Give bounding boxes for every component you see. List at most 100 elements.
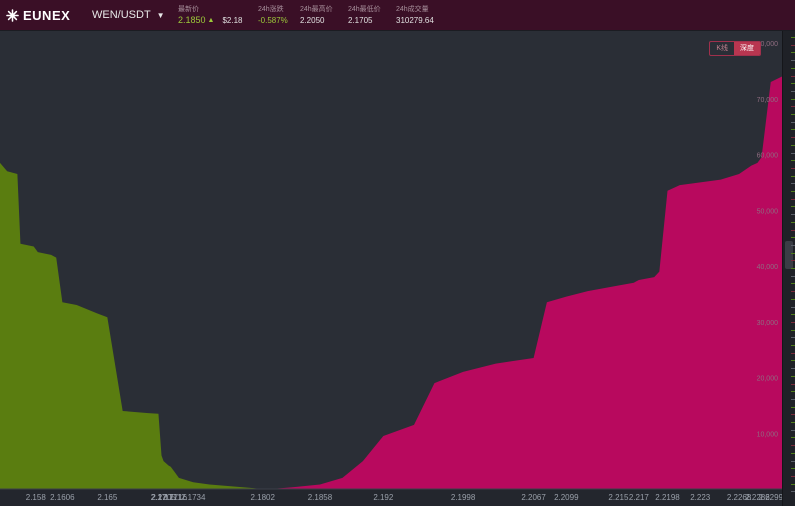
kline-tab[interactable]: K线: [710, 42, 734, 55]
y-tick-label: 40,000: [757, 264, 779, 271]
rail-tick: [791, 468, 795, 470]
right-scrollbar[interactable]: [782, 31, 795, 506]
rail-tick: [791, 52, 795, 54]
rail-tick: [791, 121, 795, 123]
x-tick-label: 2.1606: [50, 493, 75, 502]
low-label: 24h最低价: [348, 5, 381, 13]
stat-volume: 24h成交量 310279.64: [396, 5, 446, 26]
y-tick-label: 10,000: [757, 431, 779, 438]
rail-tick: [791, 452, 795, 454]
rail-tick: [791, 221, 795, 223]
y-tick-label: 70,000: [757, 97, 779, 104]
rail-tick: [791, 237, 795, 239]
x-tick-label: 2.1802: [250, 493, 275, 502]
rail-tick: [791, 129, 795, 131]
low-value: 2.1705: [348, 15, 373, 25]
rail-tick: [791, 352, 795, 354]
rail-tick: [791, 252, 795, 254]
y-tick-label: 60,000: [757, 153, 779, 160]
rail-tick: [791, 167, 795, 169]
rail-tick: [791, 406, 795, 408]
rail-tick: [791, 391, 795, 393]
depth-chart[interactable]: 2.158 2.1606 2.165 2.17 2.1705 2.1711 2.1716 2.…: [0, 31, 783, 506]
pair-label: WEN/USDT: [92, 9, 151, 21]
rail-tick: [791, 90, 795, 92]
rail-tick: [791, 268, 795, 269]
rail-tick: [791, 298, 795, 300]
y-tick-label: 50,000: [757, 208, 779, 215]
stat-high: 24h最高价 2.2050: [300, 5, 334, 26]
sunburst-icon: [6, 8, 19, 22]
rail-tick: [791, 160, 795, 162]
x-tick-label: 2.223: [690, 493, 711, 502]
y-tick-label: 20,000: [757, 376, 779, 383]
rail-tick: [791, 144, 795, 146]
rail-tick: [791, 283, 795, 285]
high-label: 24h最高价: [300, 5, 333, 13]
rail-tick: [791, 321, 795, 323]
rail-tick: [791, 460, 795, 462]
rail-tick: [791, 244, 795, 246]
rail-tick: [791, 98, 795, 100]
rail-tick: [791, 360, 795, 362]
x-tick-label: 2.2099: [554, 493, 579, 502]
chart-mode-toggle: K线 深度: [709, 41, 761, 56]
rail-tick: [791, 475, 795, 477]
rail-tick: [791, 37, 795, 38]
rail-tick: [791, 106, 795, 108]
x-tick-label: 2.215: [608, 493, 629, 502]
change-label: 24h涨跌: [258, 5, 284, 13]
rail-tick: [791, 491, 795, 493]
rail-tick: [791, 260, 795, 262]
rail-tick: [791, 183, 795, 185]
rail-tick: [791, 137, 795, 139]
rail-tick: [791, 414, 795, 416]
brand-logo[interactable]: EUNEX: [0, 8, 80, 23]
rail-tick: [791, 437, 795, 439]
rail-tick: [791, 206, 795, 208]
x-tick-label: 2.192: [373, 493, 394, 502]
rail-tick: [791, 191, 795, 192]
rail-tick: [791, 83, 795, 85]
x-tick-label: 2.158: [26, 493, 47, 502]
x-tick-label: 2.217: [629, 493, 650, 502]
rail-tick: [791, 175, 795, 177]
rail-tick: [791, 368, 795, 370]
rail-tick: [791, 422, 795, 423]
depth-chart-svg: 2.158 2.1606 2.165 2.172.17052.17112.17162.…: [0, 31, 783, 506]
change-value: -0.587%: [258, 15, 288, 25]
x-tick-label: 2.1858: [308, 493, 333, 502]
high-value: 2.2050: [300, 15, 325, 25]
depth-chart-app: EUNEX WEN/USDT ▼ 最新价 2.1850 ▲ $2.18 24h涨…: [0, 0, 795, 506]
rail-tick: [791, 214, 795, 216]
x-tick-label: 2.1734: [181, 493, 206, 502]
x-tick-label: 2.2067: [521, 493, 546, 502]
rail-tick: [791, 306, 795, 308]
rail-tick: [791, 329, 795, 331]
depth-tab[interactable]: 深度: [734, 42, 760, 55]
caret-down-icon: ▼: [156, 10, 165, 20]
rail-tick: [791, 60, 795, 62]
rail-tick: [791, 445, 795, 447]
stat-change: 24h涨跌 -0.587%: [258, 5, 288, 26]
rail-tick: [791, 152, 795, 154]
arrow-up-icon: ▲: [207, 16, 215, 24]
y-tick-label: 30,000: [757, 320, 779, 327]
rail-tick: [791, 67, 795, 69]
rail-tick: [791, 345, 795, 346]
rail-tick: [791, 229, 795, 231]
rail-tick: [791, 44, 795, 46]
rail-tick: [791, 337, 795, 339]
rail-tick: [791, 114, 795, 115]
last-price-value: 2.1850: [178, 14, 206, 25]
x-tick-label: 2.2198: [655, 493, 680, 502]
rail-tick: [791, 275, 795, 277]
rail-tick: [791, 291, 795, 293]
x-tick-label: 2.2299: [759, 493, 783, 502]
last-price-usd: $2.18: [222, 15, 243, 25]
stat-low: 24h最低价 2.1705: [348, 5, 382, 26]
rail-tick: [791, 398, 795, 400]
volume-value: 310279.64: [396, 15, 434, 25]
pair-selector[interactable]: WEN/USDT ▼: [92, 9, 178, 21]
rail-tick: [791, 429, 795, 431]
